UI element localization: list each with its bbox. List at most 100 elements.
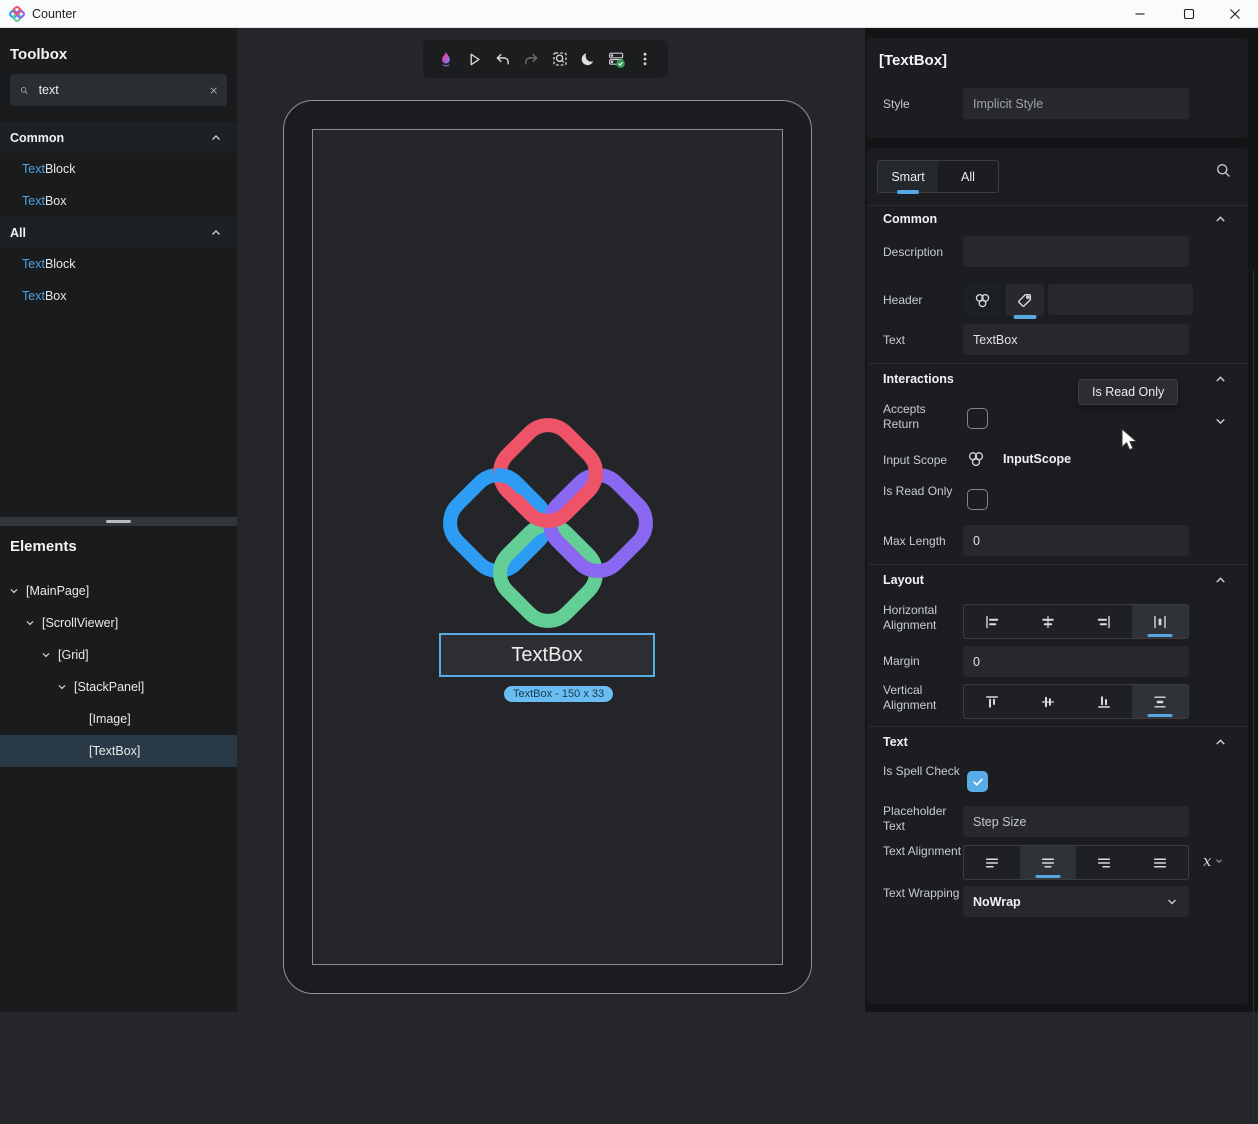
h-align-center-button[interactable]	[1020, 605, 1076, 638]
minimize-icon	[1134, 8, 1146, 20]
section-divider	[867, 726, 1248, 727]
section-text-header[interactable]: Text	[883, 735, 908, 749]
canvas-textbox-element[interactable]: TextBox	[439, 633, 655, 677]
v-align-top-button[interactable]	[964, 685, 1020, 718]
chevron-up-icon[interactable]	[1213, 372, 1228, 387]
header-input[interactable]	[1048, 284, 1193, 315]
section-divider	[867, 205, 1248, 206]
tree-node-scrollviewer[interactable]: [ScrollViewer]	[0, 607, 237, 639]
chevron-down-icon[interactable]	[40, 649, 52, 661]
align-top-icon	[984, 694, 1000, 710]
is-read-only-checkbox[interactable]	[967, 489, 988, 510]
margin-input[interactable]	[963, 646, 1189, 677]
play-icon[interactable]	[462, 47, 486, 71]
margin-label: Margin	[883, 654, 920, 669]
window-titlebar: Counter	[0, 0, 1258, 28]
properties-search-icon[interactable]	[1215, 162, 1232, 179]
chevron-up-icon	[209, 226, 223, 240]
is-spell-check-checkbox[interactable]	[967, 771, 988, 792]
placeholder-text-input[interactable]	[963, 806, 1189, 837]
x-property-icon: x	[1203, 852, 1211, 870]
toolbox-title: Toolbox	[10, 46, 67, 63]
description-input[interactable]	[963, 236, 1189, 267]
toolbox-item-textbox-all[interactable]: TextBox	[0, 280, 237, 312]
header-label: Header	[883, 293, 922, 308]
chevron-down-icon[interactable]	[24, 617, 36, 629]
align-bottom-icon	[1096, 694, 1112, 710]
toolbox-search[interactable]	[10, 74, 227, 106]
more-options-icon[interactable]	[633, 47, 657, 71]
header-binding-button[interactable]	[963, 284, 1002, 316]
section-layout-header[interactable]: Layout	[883, 573, 924, 587]
minimize-button[interactable]	[1117, 0, 1163, 28]
text-alignment-group	[963, 845, 1189, 880]
tree-node-textbox-selected[interactable]: [TextBox]	[0, 735, 237, 767]
layers-check-icon[interactable]	[605, 47, 629, 71]
v-align-stretch-button[interactable]	[1132, 685, 1188, 718]
text-input[interactable]	[963, 324, 1189, 355]
toolbox-item-textblock[interactable]: TextBlock	[0, 153, 237, 185]
tree-node-mainpage[interactable]: [MainPage]	[0, 575, 237, 607]
undo-icon[interactable]	[491, 47, 515, 71]
zoom-selection-icon[interactable]	[548, 47, 572, 71]
tab-smart[interactable]: Smart	[878, 161, 938, 192]
elements-title: Elements	[10, 538, 77, 555]
chevron-up-icon[interactable]	[1213, 212, 1228, 227]
toolbox-search-input[interactable]	[39, 83, 200, 97]
h-align-left-button[interactable]	[964, 605, 1020, 638]
h-align-stretch-button[interactable]	[1132, 605, 1188, 638]
vertical-alignment-label: Vertical Alignment	[883, 683, 963, 713]
is-read-only-label: Is Read Only	[883, 484, 963, 499]
redo-icon[interactable]	[519, 47, 543, 71]
theme-moon-icon[interactable]	[576, 47, 600, 71]
max-length-input[interactable]	[963, 525, 1189, 556]
header-literal-button[interactable]	[1005, 284, 1044, 316]
clear-search-icon[interactable]	[210, 84, 217, 97]
style-input[interactable]	[963, 88, 1189, 119]
text-alignment-advanced[interactable]: x	[1203, 852, 1224, 870]
maximize-button[interactable]	[1166, 0, 1212, 28]
toolbox-item-textbox[interactable]: TextBox	[0, 185, 237, 217]
accepts-return-checkbox[interactable]	[967, 408, 988, 429]
maximize-icon	[1183, 8, 1195, 20]
section-common-header[interactable]: Common	[883, 212, 937, 226]
selected-element-title: [TextBox]	[879, 52, 947, 69]
tree-node-image[interactable]: [Image]	[0, 703, 237, 735]
section-interactions-header[interactable]: Interactions	[883, 372, 954, 386]
inspector-header-card: [TextBox] Style	[867, 38, 1248, 138]
align-stretch-vertical-icon	[1152, 694, 1168, 710]
max-length-label: Max Length	[883, 534, 946, 549]
tree-node-grid[interactable]: [Grid]	[0, 639, 237, 671]
trinity-gem-icon	[967, 450, 985, 468]
v-align-bottom-button[interactable]	[1076, 685, 1132, 718]
toolbox-section-common[interactable]: Common	[0, 122, 237, 153]
text-wrapping-dropdown[interactable]: NoWrap	[963, 886, 1189, 917]
chevron-down-icon[interactable]	[56, 681, 68, 693]
v-align-center-button[interactable]	[1020, 685, 1076, 718]
input-scope-label: Input Scope	[883, 453, 947, 468]
close-button[interactable]	[1212, 0, 1258, 28]
tab-all[interactable]: All	[938, 161, 998, 192]
hot-design-flame-icon[interactable]	[434, 47, 458, 71]
text-align-center-button[interactable]	[1020, 846, 1076, 879]
chevron-up-icon[interactable]	[1213, 735, 1228, 750]
splitter-grip[interactable]	[106, 520, 131, 523]
chevron-down-icon[interactable]	[8, 585, 20, 597]
h-align-right-button[interactable]	[1076, 605, 1132, 638]
text-align-right-icon	[1096, 855, 1112, 871]
input-scope-value[interactable]: InputScope	[1003, 452, 1071, 466]
tree-node-stackpanel[interactable]: [StackPanel]	[0, 671, 237, 703]
chevron-down-icon[interactable]	[1213, 414, 1228, 429]
text-align-left-button[interactable]	[964, 846, 1020, 879]
text-label: Text	[883, 333, 905, 348]
panel-scroll-edge	[1253, 270, 1254, 1124]
placeholder-text-label: Placeholder Text	[883, 804, 971, 834]
toolbox-item-textblock-all[interactable]: TextBlock	[0, 248, 237, 280]
app-logo-image[interactable]	[435, 408, 661, 634]
sidebar-splitter[interactable]	[0, 517, 237, 526]
chevron-up-icon[interactable]	[1213, 573, 1228, 588]
text-align-right-button[interactable]	[1076, 846, 1132, 879]
style-label: Style	[883, 97, 910, 112]
toolbox-section-all[interactable]: All	[0, 217, 237, 248]
text-align-justify-button[interactable]	[1132, 846, 1188, 879]
